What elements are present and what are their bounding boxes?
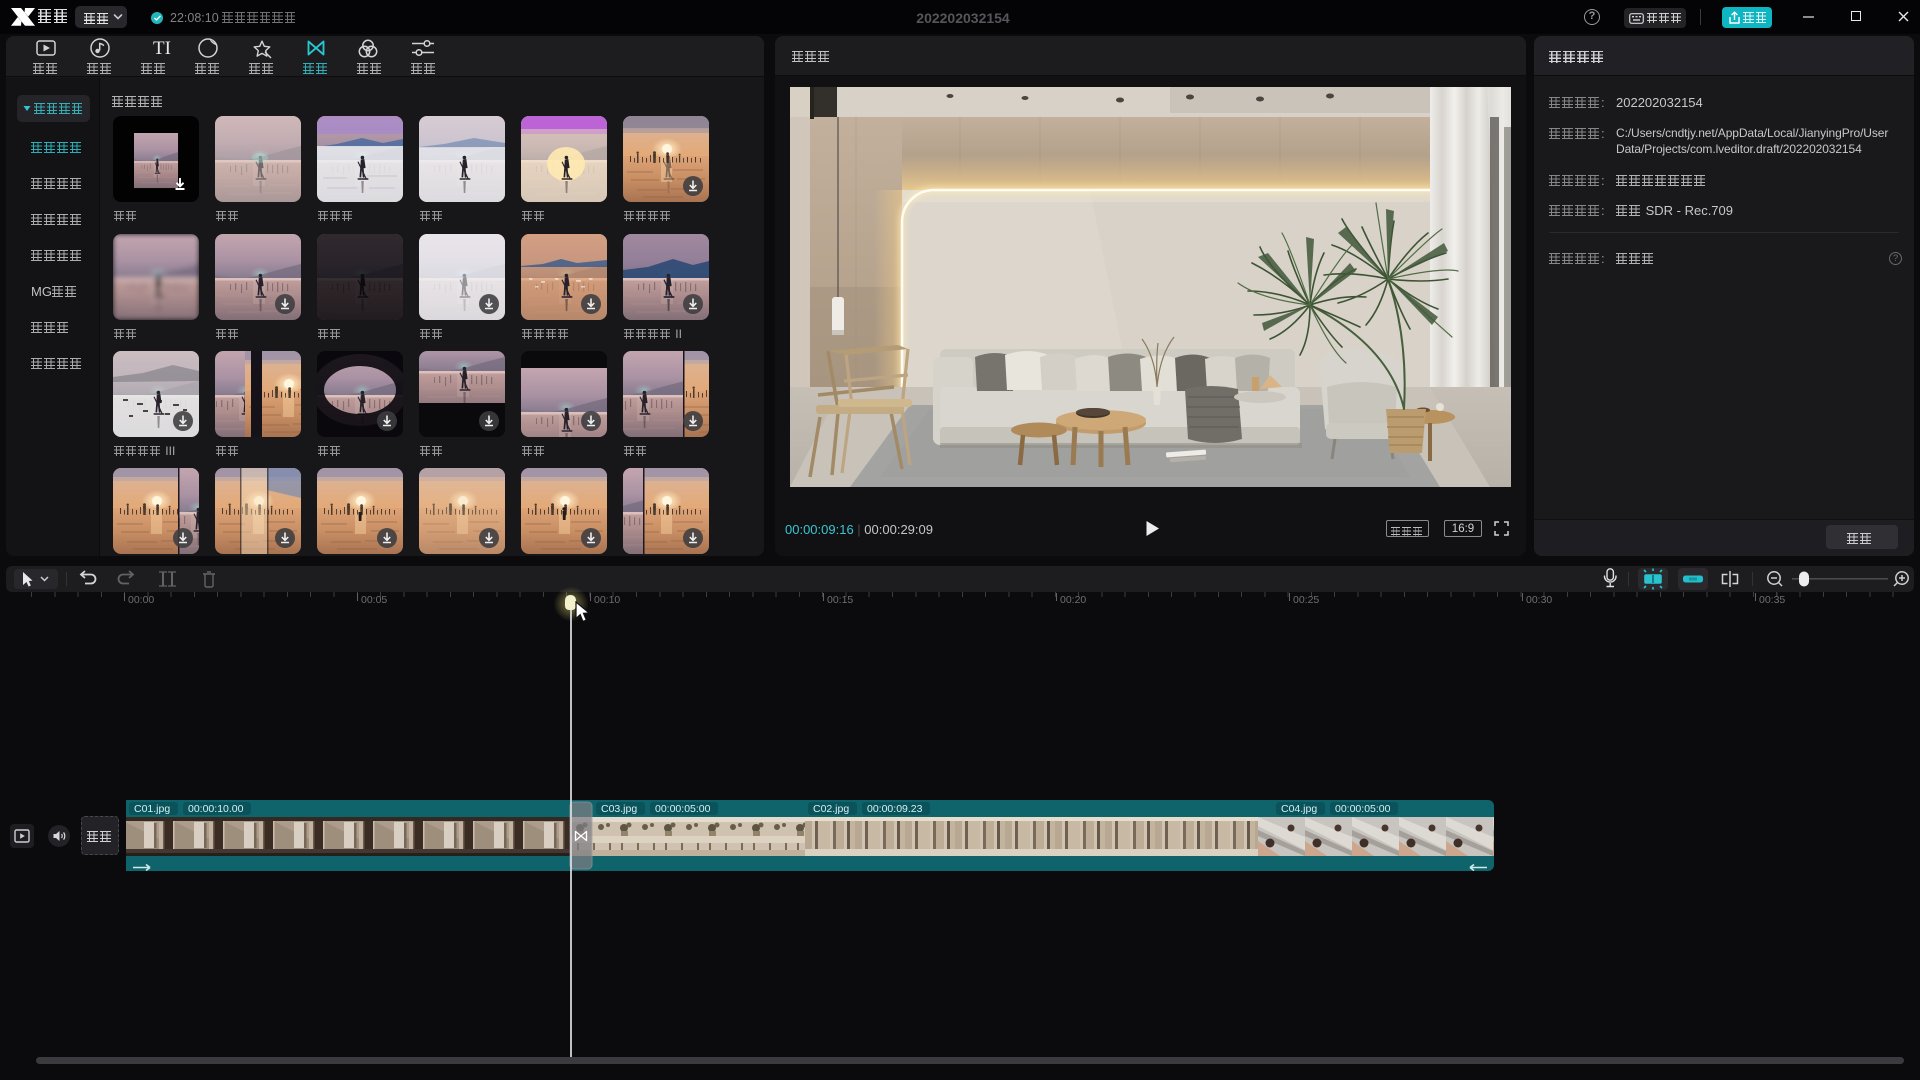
svg-text:00:00:10.00: 00:00:10.00	[188, 803, 244, 815]
svg-text:C04.jpg: C04.jpg	[1281, 803, 1317, 815]
svg-text:C03.jpg: C03.jpg	[601, 803, 637, 815]
svg-text:C01.jpg: C01.jpg	[134, 803, 170, 815]
svg-text:C02.jpg: C02.jpg	[813, 803, 849, 815]
svg-text:00:00:09.23: 00:00:09.23	[867, 803, 923, 815]
svg-text:00:00:05:00: 00:00:05:00	[655, 803, 711, 815]
svg-text:00:00:05:00: 00:00:05:00	[1335, 803, 1391, 815]
